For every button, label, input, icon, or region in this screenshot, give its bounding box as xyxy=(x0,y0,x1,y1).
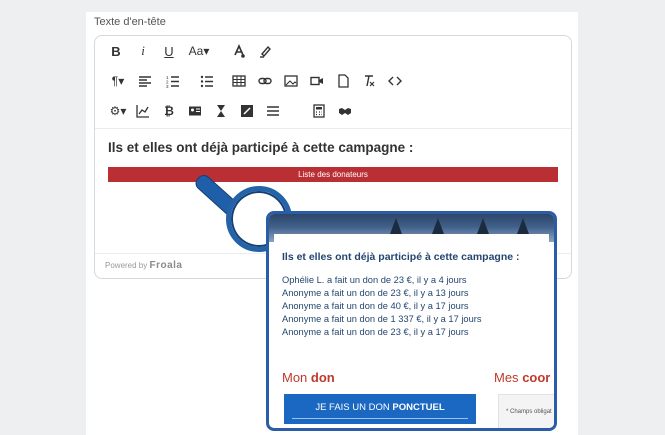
image-edit-button[interactable] xyxy=(235,100,259,122)
bold-button[interactable]: B xyxy=(104,40,128,62)
handshake-icon xyxy=(339,108,351,115)
hourglass-icon xyxy=(217,105,225,117)
donors-list-bar: Liste des donateurs xyxy=(108,167,558,182)
unordered-list-button[interactable] xyxy=(193,70,221,92)
header-text-label: Texte d'en-tête xyxy=(94,16,166,28)
image-icon xyxy=(284,75,298,87)
contact-form-box: * Champs obligat xyxy=(498,394,554,428)
insert-video-button[interactable] xyxy=(305,70,329,92)
button-prefix: JE FAIS UN DON xyxy=(315,402,390,413)
donation-line: Anonyme a fait un don de 23 €, il y a 17… xyxy=(282,327,469,337)
contact-card-icon xyxy=(189,106,201,116)
file-icon xyxy=(338,74,349,88)
my-details-title: Mes coor xyxy=(494,370,550,385)
menu-button[interactable] xyxy=(261,100,285,122)
contact-card-button[interactable] xyxy=(183,100,207,122)
button-strong: PONCTUEL xyxy=(392,402,445,413)
code-icon xyxy=(388,76,402,86)
gear-icon: ⚙▾ xyxy=(109,104,127,118)
toolbar-divider xyxy=(95,128,571,129)
preview-popup: Ils et elles ont déjà participé à cette … xyxy=(266,211,557,431)
font-size-button[interactable]: Aa▾ xyxy=(185,40,213,62)
insert-image-button[interactable] xyxy=(279,70,303,92)
text-color-icon xyxy=(234,44,245,58)
my-donation-title: Mon don xyxy=(282,370,335,385)
highlighter-icon xyxy=(260,45,271,58)
clear-formatting-button[interactable] xyxy=(357,70,381,92)
editor-heading: Ils et elles ont déjà participé à cette … xyxy=(108,140,414,155)
required-fields-note: * Champs obligat xyxy=(506,409,552,415)
powered-by-label: Powered by xyxy=(105,261,148,270)
underline-button[interactable]: U xyxy=(157,40,181,62)
hourglass-button[interactable] xyxy=(209,100,233,122)
preview-heading: Ils et elles ont déjà participé à cette … xyxy=(282,251,520,263)
don-label: don xyxy=(310,370,335,385)
ordered-list-button[interactable]: 123 xyxy=(159,70,187,92)
svg-text:3: 3 xyxy=(166,84,169,88)
insert-table-button[interactable] xyxy=(227,70,251,92)
code-view-button[interactable] xyxy=(383,70,407,92)
settings-button[interactable]: ⚙▾ xyxy=(104,100,132,122)
highlight-button[interactable] xyxy=(253,40,277,62)
calculator-button[interactable] xyxy=(307,100,331,122)
froala-logo: Froala xyxy=(149,260,183,271)
align-button[interactable] xyxy=(131,70,159,92)
link-icon xyxy=(258,77,272,85)
clear-formatting-icon xyxy=(365,75,375,87)
insert-link-button[interactable] xyxy=(253,70,277,92)
insert-file-button[interactable] xyxy=(331,70,355,92)
video-icon xyxy=(310,76,323,86)
chart-button[interactable] xyxy=(131,100,155,122)
one-time-donation-button[interactable]: JE FAIS UN DON PONCTUEL xyxy=(284,394,476,424)
powered-by-froala: Powered by Froala xyxy=(105,260,183,271)
image-edit-icon xyxy=(241,105,253,117)
handshake-button[interactable] xyxy=(333,100,357,122)
mes-label: Mes xyxy=(494,370,519,385)
align-icon xyxy=(139,76,151,87)
menu-icon xyxy=(267,106,279,116)
ordered-list-icon: 123 xyxy=(166,75,179,88)
coor-label: coor xyxy=(522,370,551,385)
italic-button[interactable]: i xyxy=(131,40,155,62)
donation-line: Anonyme a fait un don de 23 €, il y a 13… xyxy=(282,288,469,298)
chart-icon xyxy=(136,105,149,118)
bitcoin-icon: ₿ xyxy=(164,104,174,118)
button-underline xyxy=(292,418,468,419)
text-color-button[interactable] xyxy=(227,40,251,62)
paragraph-format-button[interactable]: ¶▾ xyxy=(104,70,132,92)
donation-line: Anonyme a fait un don de 1 337 €, il y a… xyxy=(282,314,482,324)
calculator-icon xyxy=(313,104,325,118)
donation-line: Anonyme a fait un don de 40 €, il y a 17… xyxy=(282,301,469,311)
donation-line: Ophélie L. a fait un don de 23 €, il y a… xyxy=(282,275,467,285)
mon-label: Mon xyxy=(282,370,308,385)
preview-content: Ils et elles ont déjà participé à cette … xyxy=(274,234,554,428)
bitcoin-button[interactable]: ₿ xyxy=(157,100,181,122)
unordered-list-icon xyxy=(200,75,213,88)
table-icon xyxy=(232,75,246,87)
